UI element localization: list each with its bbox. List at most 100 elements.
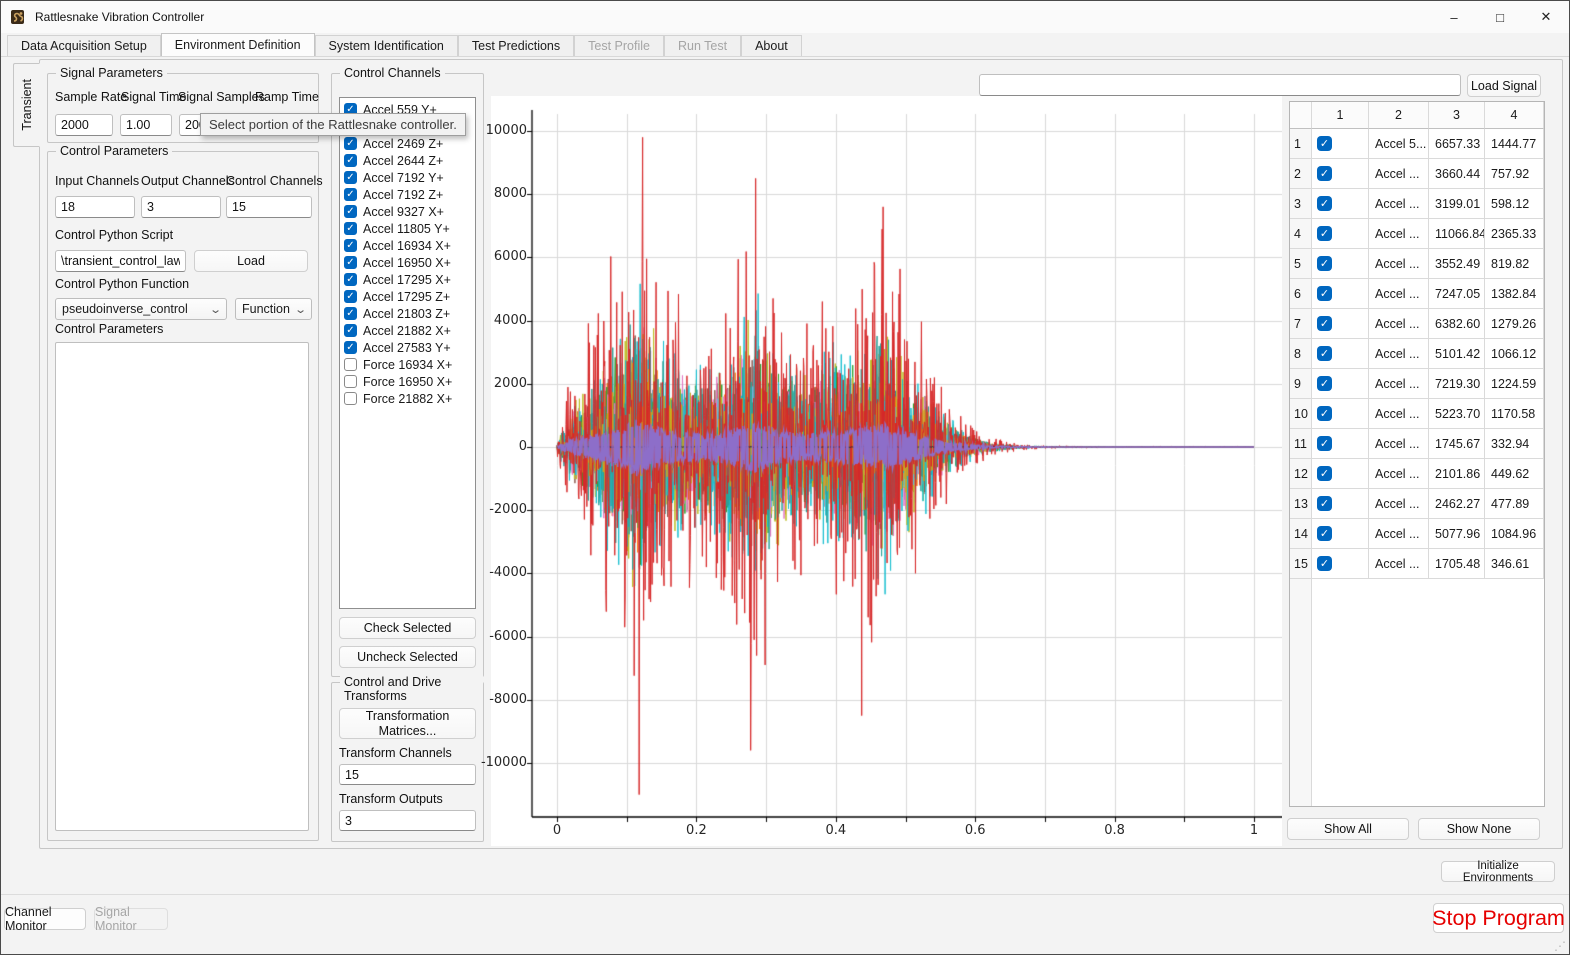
resize-grip[interactable]: ⋰ <box>1554 939 1566 953</box>
signal-time-input[interactable] <box>120 114 172 136</box>
channel-item[interactable]: Force 16934 X+ <box>340 356 475 373</box>
row-value-3: 7219.30 <box>1429 369 1485 399</box>
channel-item[interactable]: ✓ Accel 16950 X+ <box>340 254 475 271</box>
transform-outputs-input[interactable] <box>339 810 476 831</box>
control-channels-input[interactable] <box>226 196 312 218</box>
channel-checkbox[interactable]: ✓ <box>344 222 357 235</box>
row-checkbox[interactable]: ✓ <box>1317 466 1332 481</box>
load-script-button[interactable]: Load <box>194 250 308 272</box>
channel-checkbox[interactable]: ✓ <box>344 256 357 269</box>
channel-checkbox[interactable]: ✓ <box>344 154 357 167</box>
row-checkbox-cell: ✓ <box>1312 429 1369 459</box>
control-python-function-label: Control Python Function <box>55 277 190 291</box>
output-channels-input[interactable] <box>141 196 221 218</box>
initialize-environments-button[interactable]: Initialize Environments <box>1441 860 1555 884</box>
row-checkbox[interactable]: ✓ <box>1317 436 1332 451</box>
close-button[interactable]: ✕ <box>1523 1 1569 33</box>
channel-checkbox[interactable] <box>344 392 357 405</box>
channel-item[interactable]: Force 21882 X+ <box>340 390 475 407</box>
function-type-select[interactable]: Function ⌄ <box>235 298 312 320</box>
row-checkbox[interactable]: ✓ <box>1317 526 1332 541</box>
channel-item[interactable]: ✓ Accel 7192 Z+ <box>340 186 475 203</box>
row-checkbox[interactable]: ✓ <box>1317 406 1332 421</box>
channel-item[interactable]: ✓ Accel 16934 X+ <box>340 237 475 254</box>
row-channel-name: Accel ... <box>1369 369 1429 399</box>
channel-item[interactable]: ✓ Accel 21803 Z+ <box>340 305 475 322</box>
transform-channels-input[interactable] <box>339 764 476 785</box>
row-checkbox[interactable]: ✓ <box>1317 166 1332 181</box>
row-checkbox[interactable]: ✓ <box>1317 316 1332 331</box>
row-checkbox[interactable]: ✓ <box>1317 256 1332 271</box>
ramp-time-label: Ramp Time <box>255 90 319 104</box>
sample-rate-input[interactable] <box>55 114 113 136</box>
row-checkbox[interactable]: ✓ <box>1317 346 1332 361</box>
minimize-button[interactable]: – <box>1431 1 1477 33</box>
input-channels-input[interactable] <box>55 196 135 218</box>
signal-file-input[interactable] <box>979 74 1461 96</box>
row-checkbox[interactable]: ✓ <box>1317 496 1332 511</box>
row-checkbox[interactable]: ✓ <box>1317 226 1332 241</box>
stop-program-button[interactable]: Stop Program <box>1432 903 1565 933</box>
channel-checkbox[interactable]: ✓ <box>344 137 357 150</box>
channel-item[interactable]: ✓ Accel 17295 X+ <box>340 271 475 288</box>
row-value-4: 1084.96 <box>1485 519 1544 549</box>
waveform-canvas[interactable] <box>491 96 1282 846</box>
tab-system-identification[interactable]: System Identification <box>314 35 458 56</box>
control-script-path-input[interactable] <box>55 250 186 272</box>
channel-checkbox[interactable]: ✓ <box>344 239 357 252</box>
channel-checkbox[interactable]: ✓ <box>344 273 357 286</box>
channel-item[interactable]: ✓ Accel 9327 X+ <box>340 203 475 220</box>
tab-environment-definition[interactable]: Environment Definition <box>160 33 315 56</box>
tab-test-predictions[interactable]: Test Predictions <box>457 35 575 56</box>
transformation-matrices-button[interactable]: Transformation Matrices... <box>339 708 476 739</box>
channel-checkbox[interactable] <box>344 375 357 388</box>
load-signal-button[interactable]: Load Signal <box>1467 74 1541 97</box>
uncheck-selected-button[interactable]: Uncheck Selected <box>339 646 476 668</box>
output-channels-label: Output Channels <box>141 174 235 188</box>
channel-checkbox[interactable]: ✓ <box>344 307 357 320</box>
row-checkbox-cell: ✓ <box>1312 219 1369 249</box>
control-function-value: pseudoinverse_control <box>62 302 188 316</box>
channel-checkbox[interactable]: ✓ <box>344 205 357 218</box>
control-function-select[interactable]: pseudoinverse_control ⌄ <box>55 298 227 320</box>
environment-tab-transient[interactable]: Transient <box>13 63 40 147</box>
table-filler <box>1290 579 1544 806</box>
channel-checkbox[interactable]: ✓ <box>344 324 357 337</box>
control-parameters-textarea[interactable] <box>55 342 309 831</box>
channel-checkbox[interactable]: ✓ <box>344 171 357 184</box>
channel-item[interactable]: ✓ Accel 7192 Y+ <box>340 169 475 186</box>
maximize-button[interactable]: □ <box>1477 1 1523 33</box>
control-parameters-group: Control Parameters Input Channels Output… <box>47 144 323 841</box>
control-channels-list[interactable]: ✓Accel 559 Y+✓✓Accel 2469 Z+✓Accel 2644 … <box>339 97 476 609</box>
row-checkbox[interactable]: ✓ <box>1317 286 1332 301</box>
channel-item[interactable]: Force 16950 X+ <box>340 373 475 390</box>
tab-data-acquisition-setup[interactable]: Data Acquisition Setup <box>7 35 161 56</box>
check-selected-button[interactable]: Check Selected <box>339 617 476 639</box>
channel-item[interactable]: ✓ Accel 17295 Z+ <box>340 288 475 305</box>
channel-item[interactable]: ✓ Accel 2644 Z+ <box>340 152 475 169</box>
show-all-button[interactable]: Show All <box>1287 818 1409 840</box>
channel-item[interactable]: ✓ Accel 21882 X+ <box>340 322 475 339</box>
channel-checkbox[interactable]: ✓ <box>344 341 357 354</box>
row-checkbox[interactable]: ✓ <box>1317 136 1332 151</box>
channel-item[interactable]: ✓ Accel 27583 Y+ <box>340 339 475 356</box>
rattlesnake-app-icon <box>11 10 24 24</box>
channel-table[interactable]: 1 2 3 4 1 ✓ Accel 5... 6657.33 1444.77 2 ✓ Accel ..… <box>1289 101 1545 807</box>
signal-plot[interactable]: 0 0.2 0.4 0.6 0.8 1 10000 8000 6000 4000 2000 0 -200… <box>481 96 1282 846</box>
channel-checkbox[interactable] <box>344 358 357 371</box>
row-checkbox[interactable]: ✓ <box>1317 556 1332 571</box>
row-checkbox-cell: ✓ <box>1312 309 1369 339</box>
table-row: 7 ✓ Accel ... 6382.60 1279.26 <box>1290 309 1544 339</box>
channel-checkbox[interactable]: ✓ <box>344 188 357 201</box>
channel-item[interactable]: ✓ Accel 11805 Y+ <box>340 220 475 237</box>
tab-about[interactable]: About <box>741 35 802 56</box>
channel-item[interactable]: ✓ Accel 2469 Z+ <box>340 135 475 152</box>
row-value-4: 346.61 <box>1485 549 1544 579</box>
row-checkbox[interactable]: ✓ <box>1317 376 1332 391</box>
row-checkbox[interactable]: ✓ <box>1317 196 1332 211</box>
channel-monitor-button[interactable]: Channel Monitor <box>4 905 86 933</box>
show-none-button[interactable]: Show None <box>1418 818 1540 840</box>
row-checkbox-cell: ✓ <box>1312 549 1369 579</box>
channel-checkbox[interactable]: ✓ <box>344 290 357 303</box>
channel-label: Accel 2644 Z+ <box>363 153 444 168</box>
